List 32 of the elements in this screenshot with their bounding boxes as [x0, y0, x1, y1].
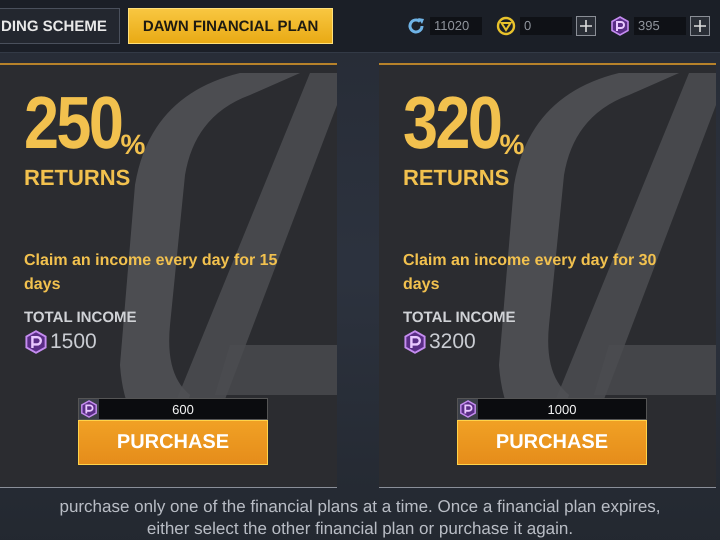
currency-amount: 395 [634, 17, 686, 35]
price-amount: 600 [171, 402, 195, 416]
percent-sign: % [499, 129, 524, 161]
plan-description: Claim an income every day for 30 days [403, 251, 658, 295]
gem-icon [458, 399, 478, 419]
gem-icon [79, 399, 99, 419]
plan-description: Claim an income every day for 15 days [24, 251, 278, 295]
returns-percent: 250 [24, 89, 122, 157]
tab[interactable]: DING SCHEME [0, 8, 120, 44]
percent-sign: % [120, 129, 146, 161]
footer-note: either select the other financial plan or purchase it again. [146, 518, 574, 540]
price-amount: 1000 [546, 402, 578, 416]
add-button[interactable] [576, 16, 596, 36]
currency-amount: 11020 [430, 17, 482, 35]
returns-percent: 320 [403, 89, 500, 157]
total-income-label: TOTAL INCOME [403, 309, 516, 326]
currency-amount: 0 [520, 17, 572, 35]
refresh-icon [406, 16, 426, 36]
returns-label: RETURNS [403, 165, 510, 191]
plus-icon [580, 20, 592, 32]
plus-icon [694, 20, 706, 32]
gem-icon [403, 330, 427, 354]
add-button[interactable] [690, 16, 710, 36]
returns-label: RETURNS [24, 165, 132, 191]
coin-icon [496, 16, 516, 36]
gem-icon [610, 16, 630, 36]
footer-note: purchase only one of the financial plans at a time. Once a financial plan expires, [58, 496, 662, 518]
total-income-amount: 1500 [50, 330, 97, 354]
total-income-label: TOTAL INCOME [24, 309, 138, 326]
gem-icon [24, 330, 48, 354]
tab[interactable]: DAWN FINANCIAL PLAN [128, 8, 334, 44]
total-income-amount: 3200 [429, 330, 476, 354]
